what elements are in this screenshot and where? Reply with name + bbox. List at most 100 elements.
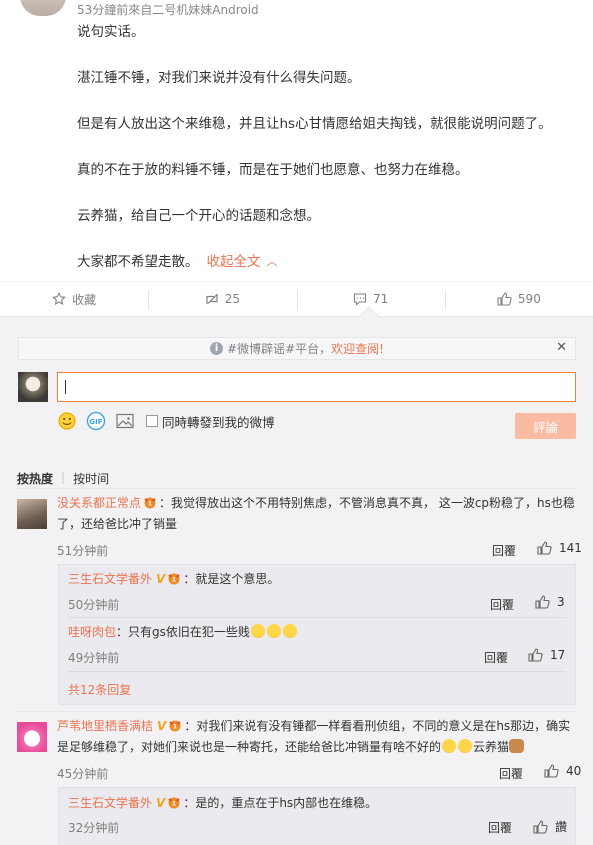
fan-badge-icon: 1 — [168, 573, 180, 585]
comment-author[interactable]: 没关系都正常点 — [57, 496, 141, 510]
comment-line: 是足够维稳了，对她们来说也是一种寄托，还能给爸比冲销量有啥不好的 — [57, 740, 442, 754]
reply-button[interactable]: 回覆 — [484, 649, 508, 666]
emoji-icon — [266, 624, 281, 638]
close-icon[interactable]: ✕ — [556, 340, 567, 355]
reply-button[interactable]: 回覆 — [488, 819, 512, 836]
reply-like-button[interactable]: 17 — [528, 648, 565, 662]
sort-separator: | — [61, 470, 66, 484]
post-paragraph: 云养猫，给自己一个开心的话题和念想。 — [77, 208, 320, 224]
reply-like-button[interactable]: 讚 — [533, 818, 567, 835]
emoji-icon[interactable] — [57, 411, 77, 431]
post-paragraph: 湛江锤不锤，对我们来说并没有什么得失问题。 — [77, 70, 361, 86]
comment-text: 芦苇地里栖香满桔 V 1 ：对我们来说有没有锤都一样看看刑侦组，不同的意义是在hs那边… — [57, 716, 577, 758]
reply-button[interactable]: 回覆 — [492, 542, 516, 559]
comment-like-count: 40 — [566, 764, 582, 778]
reply-author[interactable]: 哇呀肉包 — [68, 625, 116, 639]
avatar[interactable] — [17, 499, 47, 529]
post-meta: 53分鐘前來自二号机妹妹Android — [77, 3, 259, 17]
emoji-icon — [442, 739, 457, 753]
fan-badge-icon: 1 — [168, 797, 180, 809]
post-paragraph: 但是有人放出这个来维稳，并且让hs心甘情愿给姐夫掏钱，就很能说明问题了。 — [77, 116, 552, 132]
notice-text: #微博辟谣#平台， — [227, 342, 332, 356]
rumor-notice: i #微博辟谣#平台， 欢迎查阅! ✕ — [18, 337, 576, 360]
reply-button[interactable]: 回覆 — [499, 765, 523, 782]
favorite-button[interactable]: 收藏 — [0, 282, 148, 316]
reply-button[interactable]: 回覆 — [490, 596, 514, 613]
post-last-line: 大家都不希望走散。 — [77, 254, 199, 270]
reply-text: 三生石文学番外 V 1 ：是的，重点在于hs内部也在维稳。 — [68, 793, 377, 814]
reply-time: 32分钟前 — [68, 821, 120, 835]
like-count: 590 — [517, 292, 541, 306]
repost-button[interactable]: 25 — [148, 282, 296, 316]
text-cursor — [65, 379, 66, 394]
like-button[interactable]: 590 — [444, 282, 593, 316]
thumbs-up-icon — [535, 595, 550, 609]
comment-count: 71 — [372, 292, 389, 306]
collapse-label: 收起全文 — [206, 254, 261, 270]
divider — [68, 671, 566, 672]
vip-icon: V — [156, 796, 166, 810]
svg-text:1: 1 — [172, 577, 176, 584]
reply-like-button[interactable]: 3 — [535, 595, 565, 609]
comment-like-count: 141 — [559, 541, 582, 555]
divider — [17, 488, 575, 489]
image-icon[interactable] — [115, 411, 135, 431]
star-icon — [52, 292, 66, 305]
avatar[interactable] — [17, 722, 47, 752]
reply-time: 50分钟前 — [68, 598, 120, 612]
comment-like-button[interactable]: 141 — [537, 541, 582, 555]
my-avatar — [18, 372, 48, 402]
forward-label: 同時轉發到我的微博 — [162, 414, 275, 430]
emoji-icon — [282, 624, 297, 638]
comment-time: 45分钟前 — [57, 767, 109, 781]
reply-text: 哇呀肉包：只有gs依旧在犯一些贱 — [68, 622, 298, 643]
comment-author[interactable]: 芦苇地里栖香满桔 — [57, 719, 153, 733]
gif-icon[interactable]: GIF — [86, 411, 106, 431]
reply-body: ：就是这个意思。 — [183, 572, 280, 586]
comment-like-button[interactable]: 40 — [544, 764, 581, 778]
fan-badge-icon: 1 — [144, 497, 156, 509]
checkbox-box[interactable] — [146, 415, 158, 427]
post-paragraph: 真的不在于放的料锤不锤，而是在于她们也愿意、也努力在维稳。 — [77, 162, 469, 178]
reply-time: 49分钟前 — [68, 651, 120, 665]
thumbs-up-icon — [528, 648, 543, 662]
notice-link[interactable]: 欢迎查阅! — [331, 340, 384, 357]
sort-tabs: 按热度 | 按时间 — [17, 470, 109, 487]
info-icon: i — [210, 342, 224, 355]
repost-icon — [206, 294, 218, 304]
forward-checkbox[interactable]: 同時轉發到我的微博 — [146, 412, 275, 431]
author-avatar[interactable] — [20, 0, 66, 16]
reply-like-label: 讚 — [555, 820, 568, 834]
comment-line: 了，还给爸比冲了销量 — [57, 517, 178, 531]
reply-body: ：只有gs依旧在犯一些贱 — [116, 625, 250, 639]
sort-by-time[interactable]: 按时间 — [73, 470, 109, 487]
reply-like-count: 3 — [557, 595, 565, 609]
more-replies-link[interactable]: 共12条回复 — [68, 681, 131, 698]
reply-body: ：是的，重点在于hs内部也在维稳。 — [183, 796, 378, 810]
comment-input[interactable] — [57, 372, 576, 402]
vip-icon: V — [156, 572, 166, 586]
thumbs-up-icon — [533, 819, 548, 834]
svg-text:GIF: GIF — [89, 418, 102, 426]
composer-tools: GIF 同時轉發到我的微博 — [57, 411, 275, 431]
svg-text:1: 1 — [172, 801, 176, 808]
comment-line-tail: 云养猫 — [473, 740, 510, 754]
reply-author[interactable]: 三生石文学番外 — [68, 572, 152, 586]
fan-badge-icon: 1 — [169, 720, 181, 732]
comment-line: ：对我们来说有没有锤都一样看看刑侦组，不同的意义是在hs那边，确实 — [184, 719, 571, 733]
favorite-label: 收藏 — [72, 292, 97, 307]
submit-comment-button[interactable]: 評論 — [515, 413, 576, 439]
post-paragraph: 大家都不希望走散。 收起全文 ︿ — [77, 252, 577, 273]
reply-like-count: 17 — [550, 648, 566, 662]
comment-line: ：我觉得放出这个不用特别焦虑，不管消息真不真， 这一波cp粉稳了，hs也稳 — [159, 496, 575, 510]
sort-by-hot[interactable]: 按热度 — [17, 470, 53, 487]
post-body: 说句实话。 湛江锤不锤，对我们来说并没有什么得失问题。 但是有人放出这个来维稳，… — [77, 22, 577, 273]
vip-icon: V — [157, 719, 167, 733]
repost-count: 25 — [224, 292, 241, 306]
emoji-icon — [458, 739, 473, 753]
collapse-link[interactable]: 收起全文 ︿ — [207, 254, 278, 270]
action-bar: 收藏 25 71 590 — [0, 281, 593, 316]
reply-author[interactable]: 三生石文学番外 — [68, 796, 152, 810]
thumbs-up-icon — [537, 541, 552, 555]
cat-icon — [509, 739, 525, 753]
